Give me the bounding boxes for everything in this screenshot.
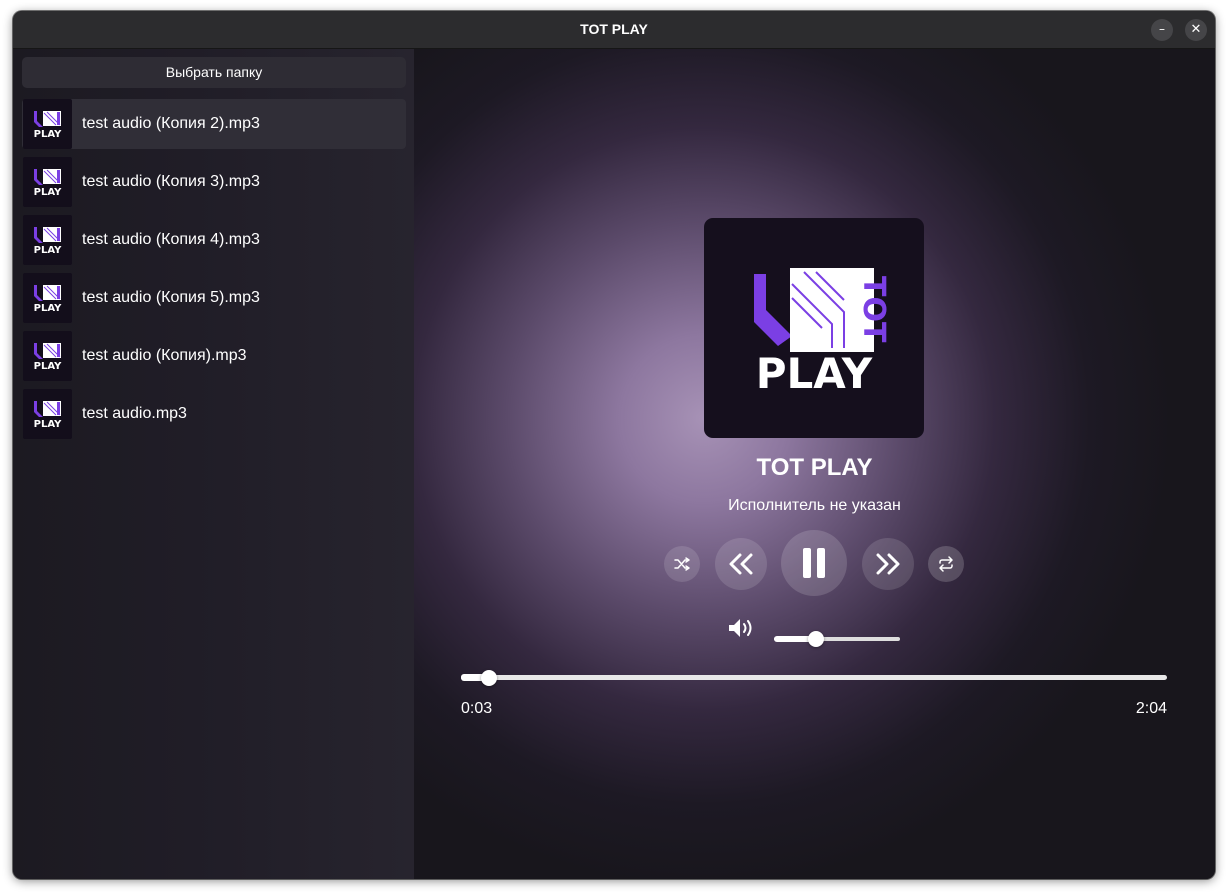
titlebar: TOT PLAY – ✕ <box>13 11 1215 49</box>
svg-text:PLAY: PLAY <box>34 303 62 314</box>
tot-play-logo-icon: PLAY <box>34 227 62 256</box>
volume-button[interactable] <box>727 616 757 640</box>
svg-text:PLAY: PLAY <box>34 187 62 198</box>
track-item[interactable]: PLAY test audio (Копия).mp3 <box>22 331 406 381</box>
sidebar: Выбрать папку PLAY test audio (Копия 2).… <box>13 49 414 879</box>
track-thumbnail: PLAY <box>23 331 72 381</box>
track-item[interactable]: PLAY test audio (Копия 5).mp3 <box>22 273 406 323</box>
svg-text:ТОТ: ТОТ <box>856 276 891 343</box>
tot-play-logo-icon: PLAY <box>34 401 62 430</box>
shuffle-button[interactable] <box>664 546 700 582</box>
tot-play-logo-icon: PLAY <box>34 169 62 198</box>
svg-text:PLAY: PLAY <box>34 129 62 140</box>
track-thumbnail: PLAY <box>23 99 72 149</box>
track-thumbnail: PLAY <box>23 215 72 265</box>
total-time: 2:04 <box>1135 700 1167 717</box>
play-pause-button[interactable] <box>781 530 847 596</box>
track-thumbnail: PLAY <box>23 157 72 207</box>
repeat-icon <box>939 556 953 572</box>
svg-text:PLAY: PLAY <box>34 419 62 430</box>
progress-bar[interactable] <box>461 675 1167 680</box>
app-window: TOT PLAY – ✕ Выбрать папку PLAY test aud… <box>13 11 1215 879</box>
track-item[interactable]: PLAY test audio (Копия 4).mp3 <box>22 215 406 265</box>
tot-play-logo-icon: PLAY <box>34 111 62 140</box>
song-artist: Исполнитель не указан <box>728 497 901 514</box>
svg-text:PLAY: PLAY <box>34 361 62 372</box>
svg-text:PLAY: PLAY <box>756 349 873 398</box>
track-name: test audio.mp3 <box>82 405 187 422</box>
track-item[interactable]: PLAY test audio.mp3 <box>22 389 406 439</box>
tot-play-logo-icon: PLAY <box>34 343 62 372</box>
tot-play-logo-icon: PLAY <box>34 285 62 314</box>
track-name: test audio (Копия 2).mp3 <box>82 115 260 132</box>
tot-play-logo: ТОТ PLAY <box>754 268 891 398</box>
svg-text:PLAY: PLAY <box>34 245 62 256</box>
next-button[interactable] <box>862 538 914 590</box>
track-thumbnail: PLAY <box>23 273 72 323</box>
track-name: test audio (Копия 5).mp3 <box>82 289 260 306</box>
window-title: TOT PLAY <box>580 21 648 37</box>
track-name: test audio (Копия).mp3 <box>82 347 247 364</box>
choose-folder-button[interactable]: Выбрать папку <box>22 57 406 88</box>
volume-icon <box>729 619 752 637</box>
track-item[interactable]: PLAY test audio (Копия 2).mp3 <box>22 99 406 149</box>
volume-knob[interactable] <box>807 631 824 647</box>
player-panel: ТОТ PLAY TOT PLAY Исполнитель не указан <box>414 49 1215 879</box>
progress-knob[interactable] <box>481 670 498 686</box>
previous-icon <box>729 553 753 575</box>
album-art: ТОТ PLAY <box>704 218 924 438</box>
shuffle-icon <box>674 557 690 571</box>
track-name: test audio (Копия 3).mp3 <box>82 173 260 190</box>
track-item[interactable]: PLAY test audio (Копия 3).mp3 <box>22 157 406 207</box>
previous-button[interactable] <box>715 538 767 590</box>
track-thumbnail: PLAY <box>23 389 72 439</box>
repeat-button[interactable] <box>928 546 964 582</box>
track-name: test audio (Копия 4).mp3 <box>82 231 260 248</box>
elapsed-time: 0:03 <box>461 700 493 717</box>
next-icon <box>876 553 900 575</box>
pause-icon <box>803 548 825 578</box>
close-button[interactable]: ✕ <box>1185 19 1207 41</box>
minimize-button[interactable]: – <box>1151 19 1173 41</box>
song-title: TOT PLAY <box>756 454 873 481</box>
